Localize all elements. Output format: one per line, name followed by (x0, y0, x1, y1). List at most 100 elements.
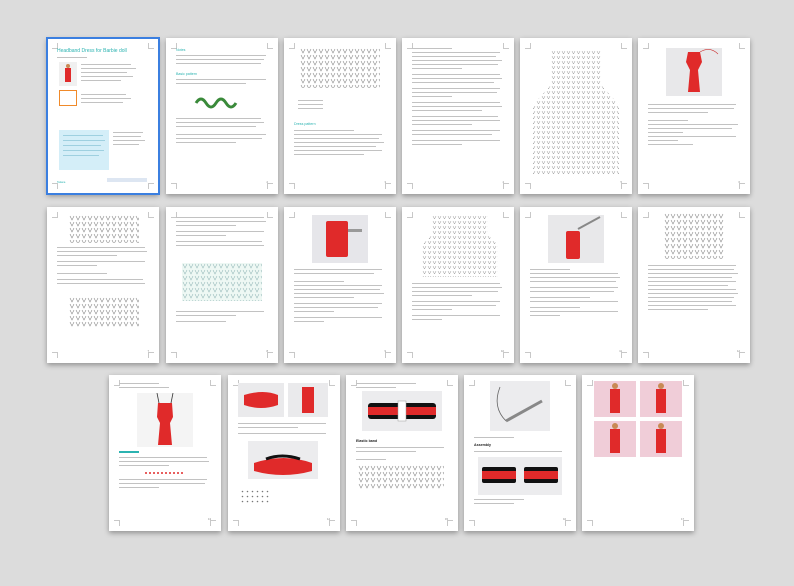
page-thumbnail-2[interactable]: Notes Basic pattern 2 (166, 38, 278, 194)
body-line (57, 255, 117, 257)
red-crochet-piece (566, 216, 601, 259)
red-black-band (254, 454, 312, 475)
abbreviation-line (81, 102, 123, 104)
body-line (412, 102, 500, 104)
page-number: 2 (266, 181, 268, 184)
body-line (57, 261, 145, 263)
body-line (356, 387, 396, 389)
body-line (176, 138, 262, 140)
body-line (412, 68, 462, 70)
body-line (412, 60, 502, 62)
body-line (648, 285, 728, 287)
page-number: 14 (327, 518, 330, 521)
page-thumbnail-9[interactable]: 9 (284, 207, 396, 363)
red-dress (156, 392, 174, 445)
assembly-heading: Assembly (474, 443, 491, 447)
body-line (412, 140, 500, 142)
crop-mark (148, 183, 154, 189)
footer-author: Tatiana (57, 181, 66, 184)
body-line (176, 241, 262, 243)
body-line (57, 273, 107, 275)
page-thumbnail-5[interactable]: 5 (520, 38, 632, 194)
callout-line (63, 145, 101, 147)
body-line (57, 279, 143, 281)
abbreviation-line (81, 98, 131, 100)
body-line (648, 132, 683, 134)
page-number: 16 (563, 518, 566, 521)
page-thumbnail-8[interactable]: 8 (166, 207, 278, 363)
crop-mark (683, 380, 689, 386)
page-thumbnail-14[interactable]: 14 (228, 375, 340, 531)
abbreviation-line (81, 94, 126, 96)
body-line (294, 285, 382, 287)
body-line (412, 301, 500, 303)
page-thumbnail-7[interactable]: 7 (47, 207, 159, 363)
assembly-photo (478, 457, 562, 495)
body-line (412, 130, 500, 132)
crop-mark (525, 352, 531, 358)
body-line (648, 305, 736, 307)
body-line (294, 311, 334, 313)
body-line (412, 78, 502, 80)
page-thumbnail-11[interactable]: 11 (520, 207, 632, 363)
elastic-photo (362, 391, 442, 431)
crop-mark (52, 212, 58, 218)
callout-line (63, 140, 105, 142)
body-line (294, 303, 382, 305)
body-line (412, 291, 498, 293)
body-line (530, 287, 618, 289)
body-line (648, 297, 734, 299)
page-number: 12 (737, 350, 740, 353)
body-line (294, 146, 376, 148)
materials-line (81, 72, 127, 74)
doll-in-dress (610, 383, 620, 413)
page-number: 10 (501, 350, 504, 353)
crop-mark (171, 352, 177, 358)
page-thumbnail-4[interactable]: 4 (402, 38, 514, 194)
body-line (294, 289, 380, 291)
crop-mark (643, 43, 649, 49)
body-line (119, 457, 207, 459)
crochet-chart (69, 215, 139, 243)
red-dress-piece (686, 49, 719, 92)
crop-mark (210, 380, 216, 386)
body-line (294, 154, 364, 156)
body-line (238, 433, 326, 435)
body-line (412, 134, 492, 136)
body-line (648, 108, 734, 110)
dress-photo (666, 48, 722, 96)
gauge-box (59, 90, 77, 106)
body-line (294, 142, 384, 144)
page-thumbnail-1[interactable]: Headband Dress for Barbie doll Tatiana (46, 37, 160, 195)
body-line (176, 315, 236, 317)
page-number: 5 (620, 181, 622, 184)
body-line (530, 281, 616, 283)
crop-mark (621, 212, 627, 218)
crop-mark (621, 43, 627, 49)
page-thumbnail-16[interactable]: Assembly 16 (464, 375, 576, 531)
crop-mark (503, 43, 509, 49)
body-line (412, 96, 452, 98)
page-number: 13 (208, 518, 211, 521)
crop-mark (503, 212, 509, 218)
page-thumbnail-6[interactable]: 6 (638, 38, 750, 194)
body-line (176, 221, 266, 223)
crop-mark (469, 380, 475, 386)
red-black-pieces (482, 467, 558, 483)
elastic-band (368, 400, 436, 422)
body-line (57, 265, 97, 267)
body-line (412, 144, 462, 146)
page-thumbnail-12[interactable]: 12 (638, 207, 750, 363)
crop-mark (148, 43, 154, 49)
page-thumbnail-13[interactable]: 13 (109, 375, 221, 531)
page-number: 7 (147, 350, 149, 353)
page-thumbnail-10[interactable]: 10 (402, 207, 514, 363)
page-thumbnail-3[interactable]: Dress pattern 3 (284, 38, 396, 194)
callout-line (63, 150, 104, 152)
info-callout (59, 130, 109, 170)
step-photo (248, 441, 318, 479)
page-number: 3 (384, 181, 386, 184)
page-thumbnail-17[interactable]: 17 (582, 375, 694, 531)
page-thumbnail-15[interactable]: Elastic band 15 (346, 375, 458, 531)
body-line (648, 301, 732, 303)
